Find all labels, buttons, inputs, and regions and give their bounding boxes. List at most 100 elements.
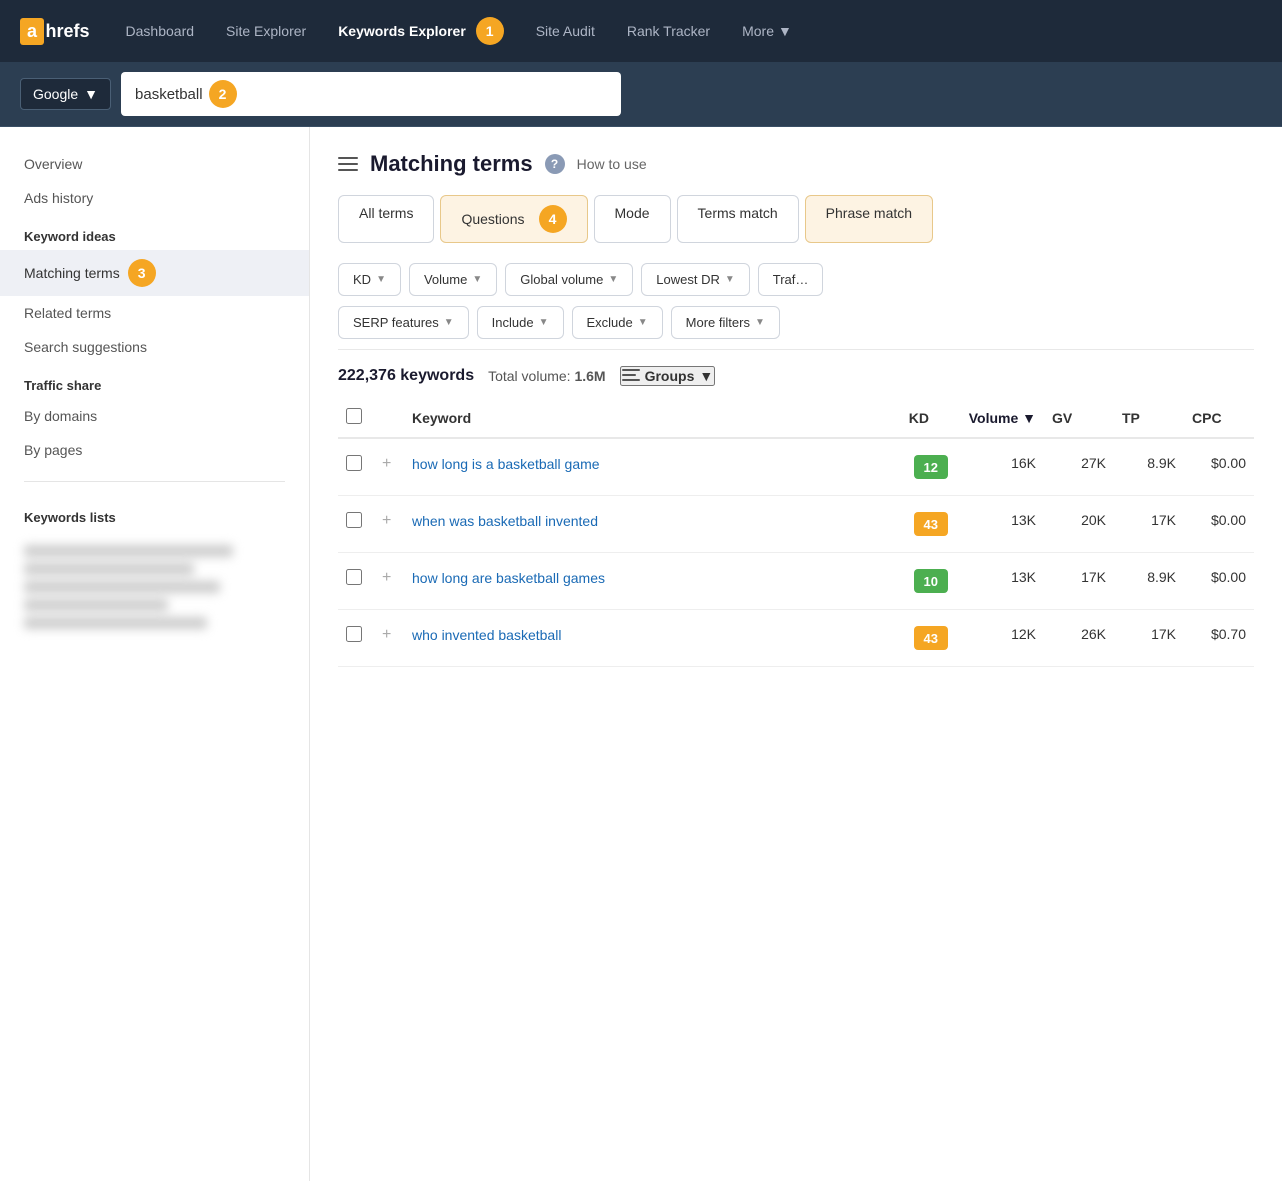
sidebar-item-search-suggestions[interactable]: Search suggestions — [0, 330, 309, 364]
tab-terms-match[interactable]: Terms match — [677, 195, 799, 243]
add-keyword-button[interactable]: + — [382, 569, 391, 586]
col-header-tp: TP — [1114, 398, 1184, 438]
table-row: + how long are basketball games 10 13K 1… — [338, 553, 1254, 610]
row-gv-cell: 17K — [1044, 553, 1114, 610]
keyword-link[interactable]: who invented basketball — [412, 626, 893, 646]
sidebar-item-overview[interactable]: Overview — [0, 147, 309, 181]
filter-exclude[interactable]: Exclude ▼ — [572, 306, 663, 339]
kd-badge: 10 — [914, 569, 948, 593]
how-to-use-link[interactable]: How to use — [577, 156, 647, 172]
tab-all-terms[interactable]: All terms — [338, 195, 434, 243]
sidebar-section-traffic-share: Traffic share — [0, 364, 309, 399]
keyword-link[interactable]: how long is a basketball game — [412, 455, 893, 475]
logo-brand: hrefs — [46, 21, 90, 42]
row-checkbox-cell — [338, 438, 374, 496]
hamburger-line — [338, 169, 358, 171]
filter-more-filters[interactable]: More filters ▼ — [671, 306, 780, 339]
engine-select[interactable]: Google ▼ — [20, 78, 111, 110]
results-volume: Total volume: 1.6M — [488, 368, 606, 384]
sidebar-item-ads-history[interactable]: Ads history — [0, 181, 309, 215]
nav-keywords-explorer[interactable]: Keywords Explorer 1 — [326, 9, 516, 53]
logo-letter: a — [20, 18, 44, 45]
keyword-link[interactable]: how long are basketball games — [412, 569, 893, 589]
row-cpc-cell: $0.70 — [1184, 610, 1254, 667]
row-checkbox[interactable] — [346, 512, 362, 528]
kd-badge: 12 — [914, 455, 948, 479]
table-row: + how long is a basketball game 12 16K 2… — [338, 438, 1254, 496]
kd-badge: 43 — [914, 626, 948, 650]
nav-rank-tracker[interactable]: Rank Tracker — [615, 15, 722, 47]
row-kd-cell: 43 — [901, 496, 961, 553]
nav-site-explorer[interactable]: Site Explorer — [214, 15, 318, 47]
filter-volume[interactable]: Volume ▼ — [409, 263, 497, 296]
row-tp-cell: 17K — [1114, 496, 1184, 553]
col-header-kd: KD — [901, 398, 961, 438]
sidebar-divider — [24, 481, 285, 482]
row-gv-cell: 20K — [1044, 496, 1114, 553]
tab-mode[interactable]: Mode — [594, 195, 671, 243]
filter-lowest-dr[interactable]: Lowest DR ▼ — [641, 263, 749, 296]
row-checkbox-cell — [338, 553, 374, 610]
row-checkbox-cell — [338, 496, 374, 553]
row-checkbox[interactable] — [346, 455, 362, 471]
row-tp-cell: 8.9K — [1114, 438, 1184, 496]
table-row: + who invented basketball 43 12K 26K 17K… — [338, 610, 1254, 667]
search-badge-2: 2 — [209, 80, 237, 108]
chevron-down-icon: ▼ — [376, 274, 386, 285]
sidebar-section-keywords-lists: Keywords lists — [0, 496, 309, 531]
tab-phrase-match[interactable]: Phrase match — [805, 195, 933, 243]
filter-kd[interactable]: KD ▼ — [338, 263, 401, 296]
keyword-link[interactable]: when was basketball invented — [412, 512, 893, 532]
col-header-checkbox — [338, 398, 374, 438]
filter-serp-features[interactable]: SERP features ▼ — [338, 306, 469, 339]
filter-include[interactable]: Include ▼ — [477, 306, 564, 339]
tab-badge-4: 4 — [539, 205, 567, 233]
nav-dashboard[interactable]: Dashboard — [114, 15, 207, 47]
row-kd-cell: 10 — [901, 553, 961, 610]
tab-questions[interactable]: Questions 4 — [440, 195, 587, 243]
filter-traf[interactable]: Traf… — [758, 263, 824, 296]
row-keyword-cell: how long is a basketball game — [404, 438, 901, 496]
nav-more[interactable]: More ▼ — [730, 15, 804, 47]
filter-row-2: SERP features ▼ Include ▼ Exclude ▼ More… — [338, 306, 1254, 339]
row-volume-cell: 12K — [961, 610, 1044, 667]
add-keyword-button[interactable]: + — [382, 455, 391, 472]
keywords-table: Keyword KD Volume ▼ GV TP CPC + how long… — [338, 398, 1254, 667]
row-kd-cell: 43 — [901, 610, 961, 667]
col-header-volume[interactable]: Volume ▼ — [961, 398, 1044, 438]
select-all-checkbox[interactable] — [346, 408, 362, 424]
filter-row-1: KD ▼ Volume ▼ Global volume ▼ Lowest DR … — [338, 263, 1254, 296]
add-keyword-button[interactable]: + — [382, 626, 391, 643]
content-area: Matching terms ? How to use All terms Qu… — [310, 127, 1282, 1181]
logo[interactable]: a hrefs — [20, 18, 90, 45]
row-keyword-cell: who invented basketball — [404, 610, 901, 667]
col-header-gv: GV — [1044, 398, 1114, 438]
row-kd-cell: 12 — [901, 438, 961, 496]
kd-badge: 43 — [914, 512, 948, 536]
row-gv-cell: 26K — [1044, 610, 1114, 667]
sidebar-item-by-domains[interactable]: By domains — [0, 399, 309, 433]
row-checkbox[interactable] — [346, 569, 362, 585]
sidebar-item-by-pages[interactable]: By pages — [0, 433, 309, 467]
sidebar-section-keyword-ideas: Keyword ideas — [0, 215, 309, 250]
filter-global-volume[interactable]: Global volume ▼ — [505, 263, 633, 296]
help-icon[interactable]: ? — [545, 154, 565, 174]
sidebar-item-related-terms[interactable]: Related terms — [0, 296, 309, 330]
col-header-add — [374, 398, 404, 438]
hamburger-icon[interactable] — [338, 157, 358, 171]
row-cpc-cell: $0.00 — [1184, 553, 1254, 610]
row-add-cell: + — [374, 610, 404, 667]
groups-button[interactable]: Groups ▼ — [620, 366, 716, 386]
row-add-cell: + — [374, 496, 404, 553]
page-title: Matching terms — [370, 151, 533, 177]
row-checkbox[interactable] — [346, 626, 362, 642]
row-add-cell: + — [374, 438, 404, 496]
sidebar-item-matching-terms[interactable]: Matching terms 3 — [0, 250, 309, 296]
results-count: 222,376 keywords — [338, 367, 474, 385]
add-keyword-button[interactable]: + — [382, 512, 391, 529]
results-summary: 222,376 keywords Total volume: 1.6M Grou… — [338, 349, 1254, 398]
nav-badge-1: 1 — [476, 17, 504, 45]
sidebar-blurred-lists — [0, 531, 309, 643]
col-header-keyword: Keyword — [404, 398, 901, 438]
nav-site-audit[interactable]: Site Audit — [524, 15, 607, 47]
